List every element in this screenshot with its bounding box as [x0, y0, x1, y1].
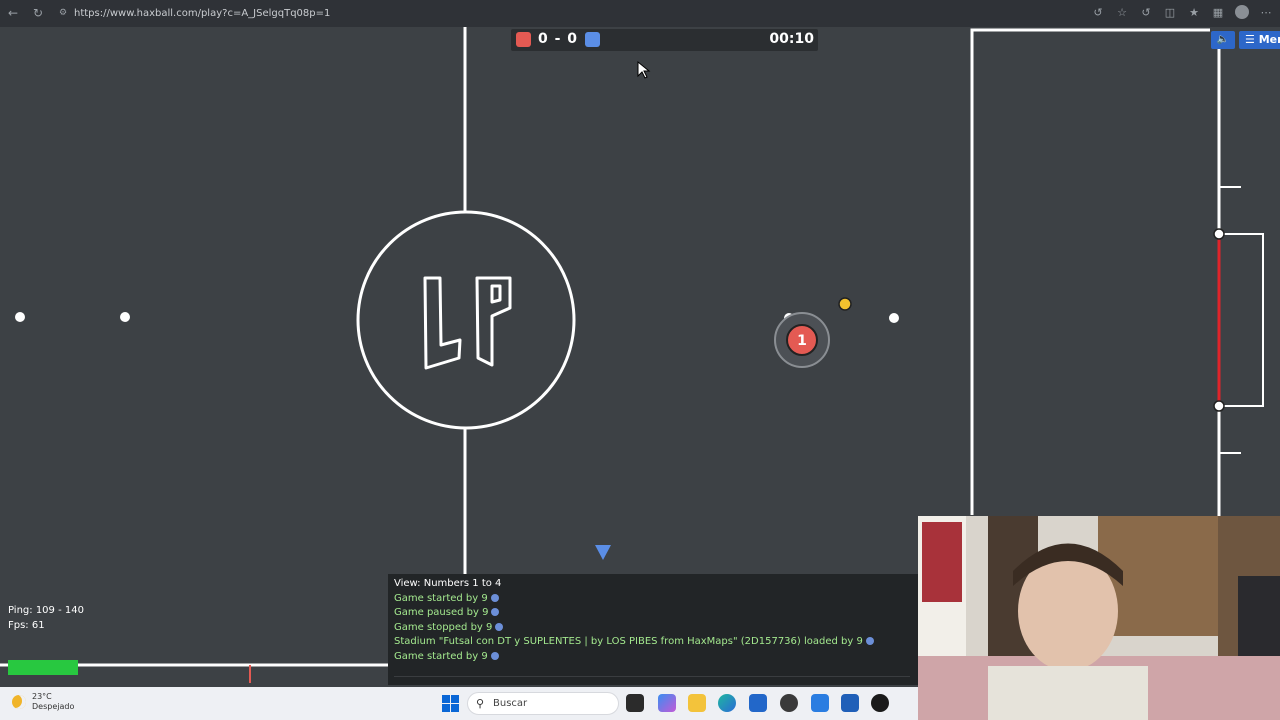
address-bar[interactable]: ⚙ https://www.haxball.com/play?c=A_JSelg…	[54, 4, 1114, 23]
translate-icon[interactable]: ↺	[1090, 3, 1106, 21]
lp-logo	[423, 276, 512, 370]
player-flag-icon	[490, 651, 499, 660]
edge-icon[interactable]	[718, 694, 736, 712]
score-text: 0 - 0	[538, 31, 579, 47]
store-icon[interactable]	[749, 694, 767, 712]
goal-post-top	[1213, 228, 1225, 240]
fps-text: Fps: 61	[8, 620, 45, 631]
goal-post-bottom	[1213, 400, 1225, 412]
temperature-text: 23°C	[32, 692, 52, 701]
chat-line: View: Numbers 1 to 4	[394, 578, 502, 589]
menu-button[interactable]: ☰ Menu	[1239, 31, 1280, 49]
collections-icon[interactable]: ▦	[1210, 3, 1226, 21]
ping-graph	[8, 660, 78, 675]
player-flag-icon	[865, 637, 874, 646]
disc	[889, 313, 899, 323]
app-icon[interactable]	[841, 694, 859, 712]
copilot-icon[interactable]	[658, 694, 676, 712]
blue-player-indicator	[595, 545, 611, 560]
chat-input[interactable]	[394, 676, 910, 682]
chat-line: Game started by 9	[394, 592, 918, 607]
weather-text: Despejado	[32, 702, 75, 711]
chat-line: Game paused by 9	[394, 606, 918, 621]
task-view-icon[interactable]	[626, 694, 644, 712]
app-icon[interactable]	[780, 694, 798, 712]
center-circle	[356, 210, 576, 430]
more-icon[interactable]: ⋯	[1258, 3, 1274, 21]
back-icon[interactable]: ←	[2, 2, 24, 24]
security-icon[interactable]	[811, 694, 829, 712]
speaker-icon: 🔈	[1216, 34, 1230, 45]
reload-icon[interactable]: ↻	[27, 2, 49, 24]
windows-start-icon[interactable]	[442, 695, 459, 712]
scoreboard: 0 - 0 00:10	[511, 29, 818, 51]
player-flag-icon	[491, 608, 500, 617]
chat-line: Game started by 9	[394, 650, 918, 665]
browser-toolbar: ← ↻ ⚙ https://www.haxball.com/play?c=A_J…	[0, 0, 1280, 27]
refresh-extension-icon[interactable]: ↺	[1138, 3, 1154, 21]
goal-net-right	[1219, 233, 1264, 407]
player-flag-icon	[490, 593, 499, 602]
weather-widget[interactable]: 23°C Despejado	[12, 692, 74, 712]
star-icon[interactable]: ☆	[1114, 3, 1130, 21]
sound-button[interactable]: 🔈	[1211, 31, 1235, 49]
menu-label: Menu	[1258, 33, 1280, 46]
url-text: https://www.haxball.com/play?c=A_JSelgqT…	[74, 8, 331, 19]
disc	[120, 312, 130, 322]
ping-text: Ping: 109 - 140	[8, 605, 84, 616]
disc	[15, 312, 25, 322]
profile-avatar[interactable]	[1234, 3, 1250, 21]
ball	[838, 297, 852, 311]
player-flag-icon	[495, 622, 504, 631]
search-label: Buscar	[493, 698, 528, 709]
red-team-icon	[516, 32, 531, 47]
network-stats: Ping: 109 - 140 Fps: 61	[8, 603, 84, 633]
record-icon[interactable]	[871, 694, 889, 712]
blue-team-icon	[585, 32, 600, 47]
moon-icon	[12, 695, 26, 709]
search-icon: ⚲	[476, 697, 485, 710]
split-screen-icon[interactable]: ◫	[1162, 3, 1178, 21]
chat-line: Stadium "Futsal con DT y SUPLENTES | by …	[394, 635, 918, 650]
mouse-cursor	[637, 60, 651, 79]
favorites-icon[interactable]: ★	[1186, 3, 1202, 21]
player-number: 1	[797, 333, 807, 349]
taskbar-search[interactable]: ⚲ Buscar	[467, 692, 619, 715]
penalty-area-right	[970, 28, 1210, 515]
webcam-overlay	[918, 516, 1280, 720]
file-explorer-icon[interactable]	[688, 694, 706, 712]
chat-line: Game stopped by 9	[394, 621, 918, 636]
taskbar: 23°C Despejado ⚲ Buscar	[0, 687, 918, 720]
game-clock: 00:10	[769, 31, 814, 47]
site-info-icon[interactable]: ⚙	[59, 4, 67, 23]
chat-panel: View: Numbers 1 to 4 Game started by 9 G…	[388, 574, 918, 685]
webcam-image	[918, 516, 1280, 720]
